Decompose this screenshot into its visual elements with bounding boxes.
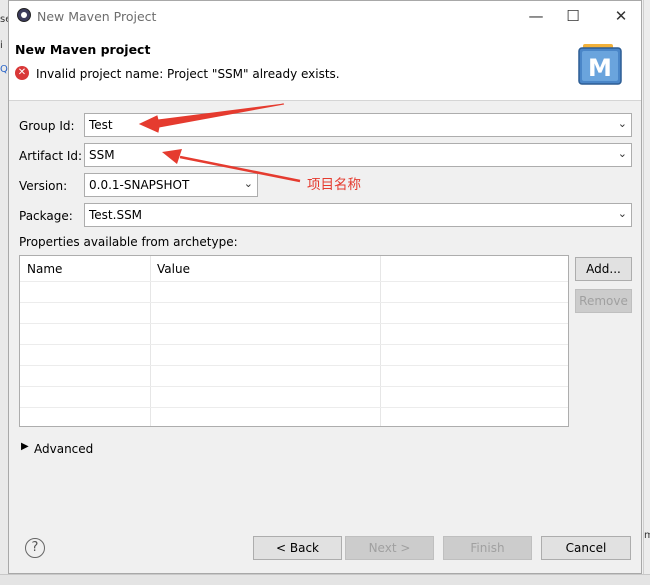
annotation-arrow-artifact-id	[179, 155, 301, 183]
annotation-arrows	[138, 103, 301, 183]
annotation-arrowhead-artifact-id	[162, 149, 182, 164]
annotation-arrow-group-id	[138, 103, 285, 133]
